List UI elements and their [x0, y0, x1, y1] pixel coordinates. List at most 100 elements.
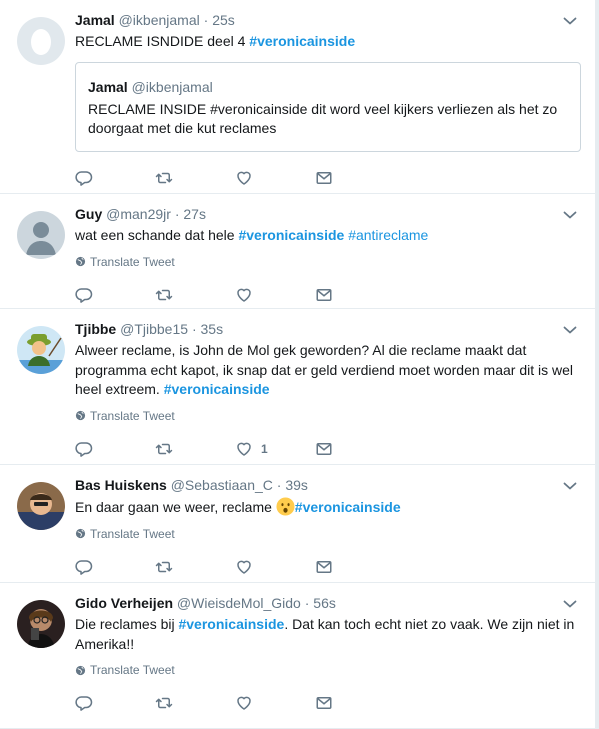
quoted-user-name: Jamal	[88, 78, 128, 95]
hashtag-link[interactable]: #veronicainside	[178, 616, 284, 632]
globe-icon	[75, 410, 86, 421]
retweet-button[interactable]	[155, 558, 235, 576]
tweet-header: Guy @man29jr · 27s	[75, 204, 583, 224]
tweet-text-part: Die reclames bij	[75, 616, 179, 632]
hashtag-link[interactable]: #veronicainside	[295, 499, 401, 515]
dm-icon	[315, 694, 333, 712]
separator-dot: ·	[276, 477, 282, 493]
hashtag-link[interactable]: #veronicainside	[164, 381, 270, 397]
chevron-down-icon[interactable]	[563, 599, 577, 609]
dm-icon	[315, 440, 333, 458]
tweet[interactable]: Guy @man29jr · 27s wat een schande dat h…	[0, 194, 595, 309]
quoted-tweet[interactable]: Jamal @ikbenjamal RECLAME INSIDE #veroni…	[75, 61, 581, 152]
retweet-button[interactable]	[155, 694, 235, 712]
translate-label[interactable]: Translate Tweet	[90, 255, 175, 269]
user-handle[interactable]: @WieisdeMol_Gido	[177, 595, 301, 611]
tweet-text-part: heel extreem.	[75, 381, 164, 397]
avatar[interactable]	[17, 482, 65, 530]
dm-button[interactable]	[315, 694, 395, 712]
tweet-text: Alweer reclame, is John de Mol gek gewor…	[75, 341, 583, 400]
timestamp[interactable]: 56s	[313, 595, 336, 611]
tweet-text-part: wat een schande dat hele	[75, 227, 239, 243]
reply-button[interactable]	[75, 694, 155, 712]
tweet-text-part: En daar gaan we weer, reclame	[75, 499, 276, 515]
tweet[interactable]: Jamal @ikbenjamal · 25s RECLAME ISNDIDE …	[0, 0, 595, 194]
tweet-text-line: Die reclames bij #veronicainside. Dat ka…	[75, 615, 583, 635]
like-icon	[235, 169, 253, 187]
timestamp[interactable]: 25s	[212, 12, 235, 28]
separator-dot: ·	[304, 595, 310, 611]
retweet-button[interactable]	[155, 169, 235, 187]
like-button[interactable]	[235, 286, 315, 304]
reply-button[interactable]	[75, 169, 155, 187]
tweet-text-part: . Dat kan toch echt niet zo vaak. We zij…	[284, 616, 575, 632]
avatar[interactable]	[17, 17, 65, 65]
user-handle[interactable]: @Sebastiaan_C	[171, 477, 273, 493]
reply-button[interactable]	[75, 440, 155, 458]
hashtag-link[interactable]: #veronicainside	[249, 33, 355, 49]
tweet[interactable]: Bas Huiskens @Sebastiaan_C · 39s En daar…	[0, 465, 595, 583]
user-name[interactable]: Tjibbe	[75, 321, 116, 337]
timestamp[interactable]: 39s	[285, 477, 308, 493]
translate-tweet-link[interactable]: Translate Tweet	[75, 663, 583, 677]
avatar[interactable]	[17, 326, 65, 374]
avatar[interactable]	[17, 211, 65, 259]
hashtag-link[interactable]: #antireclame	[348, 227, 428, 243]
hashtag-link[interactable]: #veronicainside	[238, 227, 344, 243]
like-button[interactable]	[235, 694, 315, 712]
reply-icon	[75, 169, 93, 187]
quoted-tweet-header: Jamal @ikbenjamal	[88, 77, 568, 97]
retweet-icon	[155, 286, 173, 304]
translate-label[interactable]: Translate Tweet	[90, 663, 175, 677]
chevron-down-icon[interactable]	[563, 16, 577, 26]
user-name[interactable]: Bas Huiskens	[75, 477, 167, 493]
timestamp[interactable]: 35s	[201, 321, 224, 337]
chevron-down-icon[interactable]	[563, 325, 577, 335]
user-name[interactable]: Gido Verheijen	[75, 595, 173, 611]
dm-button[interactable]	[315, 286, 395, 304]
retweet-button[interactable]	[155, 286, 235, 304]
chevron-down-icon[interactable]	[563, 481, 577, 491]
reply-button[interactable]	[75, 558, 155, 576]
dm-button[interactable]	[315, 169, 395, 187]
retweet-icon	[155, 558, 173, 576]
quoted-tweet-text: RECLAME INSIDE #veronicainside dit word …	[88, 100, 568, 139]
translate-tweet-link[interactable]: Translate Tweet	[75, 527, 583, 541]
tweet[interactable]: Tjibbe @Tjibbe15 · 35s Alweer reclame, i…	[0, 309, 595, 465]
chevron-down-icon[interactable]	[563, 210, 577, 220]
timeline: Jamal @ikbenjamal · 25s RECLAME ISNDIDE …	[0, 0, 596, 729]
translate-tweet-link[interactable]: Translate Tweet	[75, 255, 583, 269]
timestamp[interactable]: 27s	[183, 206, 206, 222]
translate-label[interactable]: Translate Tweet	[90, 527, 175, 541]
tweet-header: Tjibbe @Tjibbe15 · 35s	[75, 319, 583, 339]
tweet-actions: 1	[75, 431, 583, 467]
tweet-actions	[75, 685, 583, 721]
like-icon	[235, 440, 253, 458]
like-button[interactable]	[235, 169, 315, 187]
user-name[interactable]: Guy	[75, 206, 102, 222]
user-handle[interactable]: @man29jr	[106, 206, 171, 222]
reply-button[interactable]	[75, 286, 155, 304]
surprised-emoji	[276, 497, 295, 516]
quoted-user-handle: @ikbenjamal	[131, 78, 213, 95]
like-button[interactable]	[235, 558, 315, 576]
dm-icon	[315, 286, 333, 304]
retweet-button[interactable]	[155, 440, 235, 458]
translate-tweet-link[interactable]: Translate Tweet	[75, 409, 583, 423]
tweet-text-line: heel extreem. #veronicainside	[75, 380, 583, 400]
separator-dot: ·	[174, 206, 180, 222]
quoted-text-line: doorgaat met die kut reclames	[88, 120, 277, 136]
avatar[interactable]	[17, 600, 65, 648]
reply-icon	[75, 440, 93, 458]
translate-label[interactable]: Translate Tweet	[90, 409, 175, 423]
user-handle[interactable]: @Tjibbe15	[120, 321, 188, 337]
user-name[interactable]: Jamal	[75, 12, 115, 28]
tweet-text: RECLAME ISNDIDE deel 4 #veronicainside	[75, 32, 583, 52]
dm-button[interactable]	[315, 440, 395, 458]
tweet[interactable]: Gido Verheijen @WieisdeMol_Gido · 56s Di…	[0, 583, 595, 729]
user-handle[interactable]: @ikbenjamal	[119, 12, 200, 28]
reply-icon	[75, 286, 93, 304]
like-button[interactable]: 1	[235, 440, 315, 458]
dm-button[interactable]	[315, 558, 395, 576]
like-icon	[235, 694, 253, 712]
